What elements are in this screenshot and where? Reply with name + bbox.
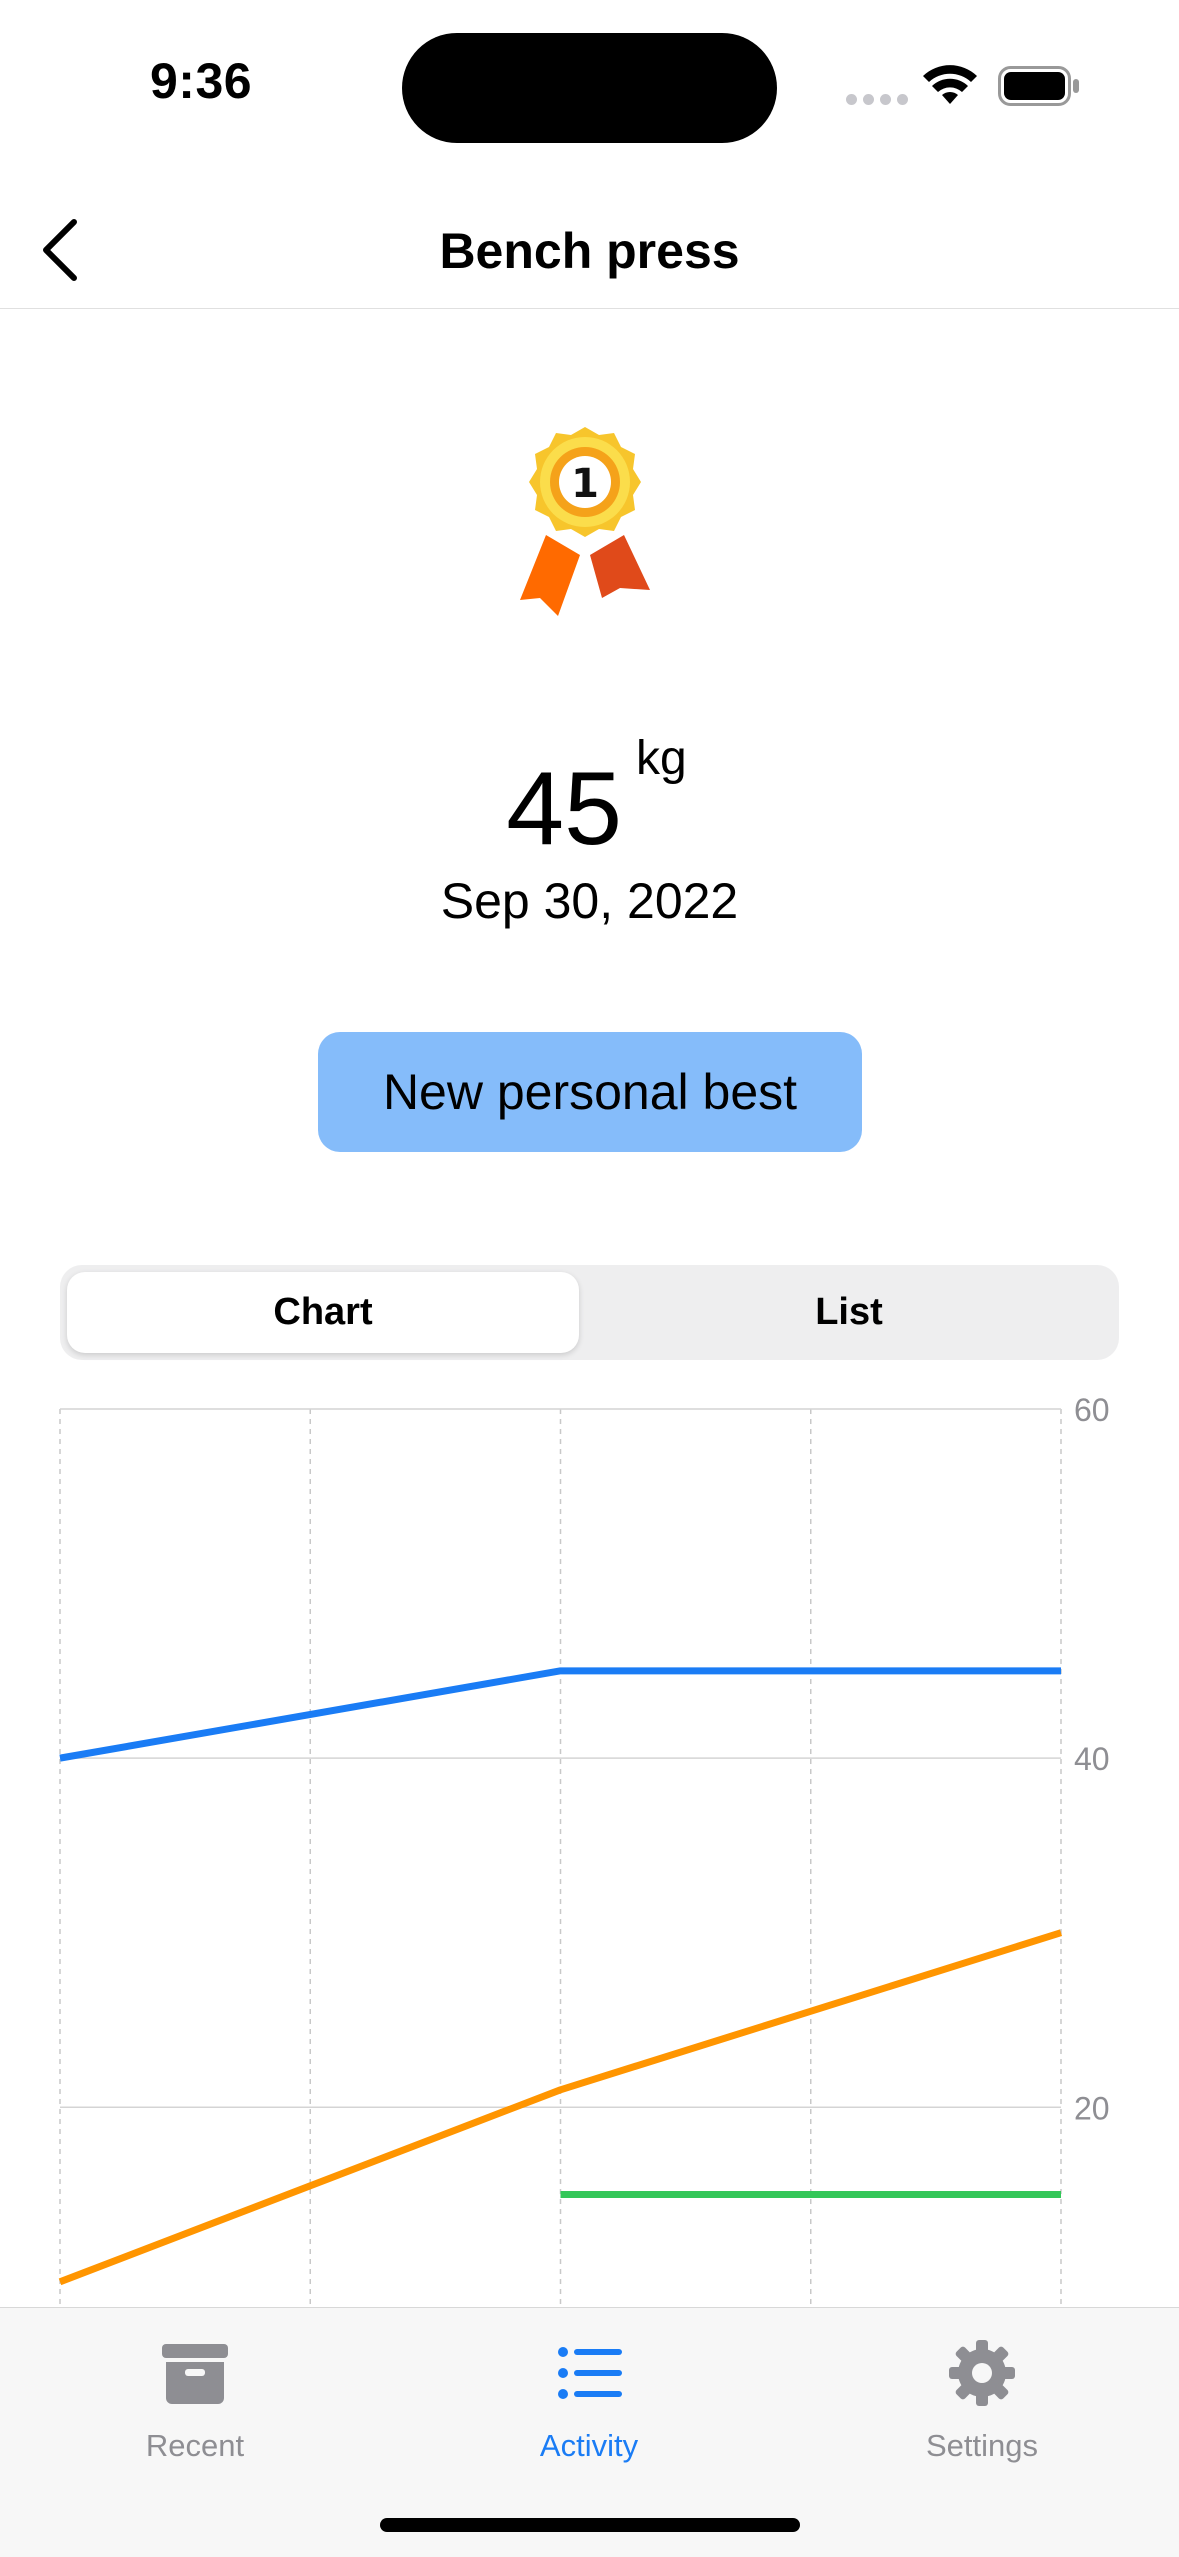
tab-activity[interactable]: Activity xyxy=(459,2328,719,2478)
page-title: Bench press xyxy=(439,223,740,279)
personal-best-badge[interactable]: New personal best xyxy=(318,1032,862,1152)
tab-settings[interactable]: Settings xyxy=(852,2328,1112,2478)
archive-box-icon xyxy=(162,2344,228,2404)
segment-list[interactable]: List xyxy=(586,1272,1112,1353)
record-date: Sep 30, 2022 xyxy=(440,873,739,929)
home-indicator xyxy=(380,2518,800,2532)
segment-chart[interactable]: Chart xyxy=(67,1272,579,1353)
weight-value: 45 xyxy=(506,751,622,867)
tab-label-settings: Settings xyxy=(925,2428,1038,2463)
cellular-signal-icon xyxy=(846,94,908,105)
tab-label-activity: Activity xyxy=(539,2428,639,2463)
tab-recent[interactable]: Recent xyxy=(65,2328,325,2478)
y-tick-label: 20 xyxy=(1074,2090,1110,2126)
y-tick-label: 40 xyxy=(1074,1741,1110,1777)
list-bullet-icon xyxy=(558,2347,622,2399)
first-place-medal-icon: 1 xyxy=(520,427,650,616)
gear-icon xyxy=(949,2340,1015,2406)
personal-best-weight: 45 kg xyxy=(0,732,1179,869)
battery-icon xyxy=(998,66,1079,106)
status-time: 9:36 xyxy=(150,53,253,109)
tab-label-recent: Recent xyxy=(145,2428,245,2463)
y-tick-label: 60 xyxy=(1074,1392,1110,1428)
wifi-icon xyxy=(923,65,977,104)
weight-unit: kg xyxy=(635,732,687,785)
navigation-bar: Bench press xyxy=(0,190,1179,309)
dynamic-island xyxy=(402,33,777,143)
svg-text:1: 1 xyxy=(571,461,599,507)
view-segmented-control: Chart List xyxy=(60,1265,1119,1360)
progress-chart: 60 40 20 xyxy=(58,1392,1110,2308)
